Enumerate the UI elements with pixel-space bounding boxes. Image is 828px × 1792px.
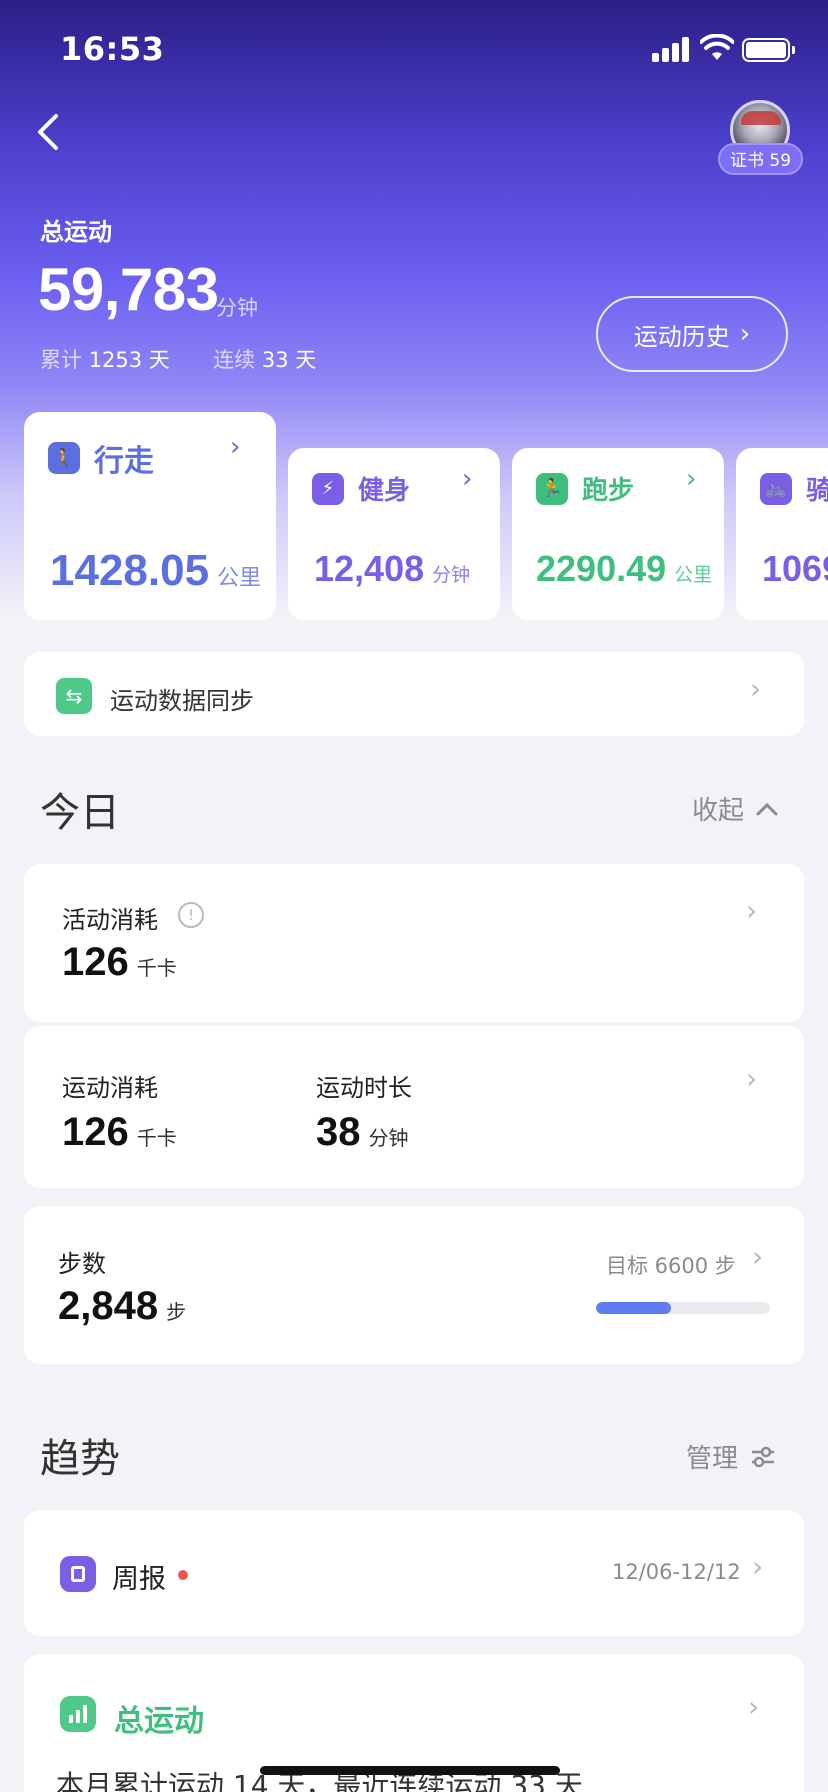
streak-value: 33 天 [261,348,317,372]
home-indicator [260,1766,560,1775]
activity-burn-value: 126 千卡 [62,940,177,984]
trend-title: 趋势 [40,1436,120,1482]
steps-card[interactable]: 步数 2,848 步 目标 6600 步 › [24,1206,804,1364]
manage-button[interactable]: 管理 [686,1438,776,1475]
cellular-signal-icon [652,36,690,62]
status-time: 16:53 [60,30,165,68]
today-title: 今日 [40,790,120,836]
sync-label: 运动数据同步 [110,687,254,715]
sport-card-name: 行走 [94,444,154,479]
sport-card-run[interactable]: 🏃 跑步 › 2290.49 公里 [512,448,724,620]
sport-card-walk[interactable]: 🚶 行走 › 1428.05 公里 [24,412,276,620]
collapse-button[interactable]: 收起 [692,790,778,827]
sport-card-cycling[interactable]: 🚲 骑 1069 [736,448,828,620]
exercise-burn-value: 126 千卡 [62,1110,177,1154]
steps-goal-label: 目标 6600 步 [606,1254,736,1278]
cumulative-stats: 累计 1253 天 连续 33 天 [40,344,316,374]
exercise-history-button[interactable]: 运动历史 › [596,296,788,372]
manage-label: 管理 [686,1444,739,1474]
sync-icon: ⇆ [56,678,92,714]
sync-row[interactable]: ⇆ 运动数据同步 › [24,652,804,736]
bolt-icon: ⚡ [312,472,344,505]
chevron-right-icon: › [686,464,697,494]
bike-icon: 🚲 [760,472,792,505]
chevron-right-icon: › [752,1240,764,1273]
chevron-right-icon: › [739,319,751,349]
cumulative-value: 1253 天 [88,348,170,372]
sport-card-name: 跑步 [582,476,635,506]
chevron-right-icon: › [748,1690,760,1723]
cumulative-label: 累计 [40,348,82,372]
exercise-time-value: 38 分钟 [316,1110,409,1154]
steps-progress-bar [596,1302,770,1314]
activity-burn-card[interactable]: 活动消耗 ! 126 千卡 › [24,864,804,1022]
unread-dot [178,1570,188,1580]
weekly-report-range: 12/06-12/12 [612,1560,741,1584]
sport-card-value: 1428.05 公里 [50,546,262,595]
run-icon: 🏃 [536,472,568,505]
wifi-icon [700,34,734,60]
total-exercise-label: 总运动 [40,218,112,246]
chevron-right-icon: › [750,672,762,705]
walk-icon: 🚶 [48,442,80,474]
total-exercise-card-title: 总运动 [114,1704,204,1739]
activity-burn-label: 活动消耗 [62,906,158,934]
exercise-burn-label: 运动消耗 [62,1074,158,1102]
battery-icon [742,38,795,62]
weekly-report-card[interactable]: 周报 12/06-12/12 › [24,1510,804,1636]
total-exercise-value: 59,783 [38,256,219,323]
sport-card-name: 骑 [806,476,828,506]
exercise-history-label: 运动历史 [633,322,730,351]
bar-chart-icon [60,1696,96,1732]
certificate-badge[interactable]: 证书 59 [718,143,804,175]
sport-card-value: 1069 [762,548,828,589]
total-exercise-unit: 分钟 [216,296,258,320]
sport-card-fitness[interactable]: ⚡ 健身 › 12,408 分钟 [288,448,500,620]
back-arrow-icon[interactable] [30,110,70,154]
steps-progress-fill [596,1302,671,1314]
chevron-right-icon: › [230,432,241,462]
chevron-right-icon: › [462,464,473,494]
chevron-right-icon: › [746,1062,758,1095]
collapse-label: 收起 [692,796,745,826]
sport-cards-row: 🚶 行走 › 1428.05 公里 ⚡ 健身 › 12,408 分钟 🏃 跑步 › … [0,410,828,620]
sport-card-value: 12,408 分钟 [314,548,471,589]
weekly-report-icon [60,1556,96,1592]
status-bar: 16:53 [0,0,828,96]
exercise-card[interactable]: 运动消耗 126 千卡 运动时长 38 分钟 › [24,1026,804,1188]
sport-card-value: 2290.49 公里 [536,548,713,589]
exercise-time-label: 运动时长 [316,1074,412,1102]
streak-label: 连续 [213,348,256,372]
weekly-report-label: 周报 [112,1564,166,1595]
steps-value: 2,848 步 [58,1284,187,1328]
chevron-up-icon [756,802,778,815]
info-icon[interactable]: ! [178,902,204,928]
chevron-right-icon: › [752,1550,764,1583]
sliders-icon [752,1446,775,1467]
steps-label: 步数 [58,1250,106,1278]
chevron-right-icon: › [746,894,758,927]
sport-card-name: 健身 [358,476,411,506]
